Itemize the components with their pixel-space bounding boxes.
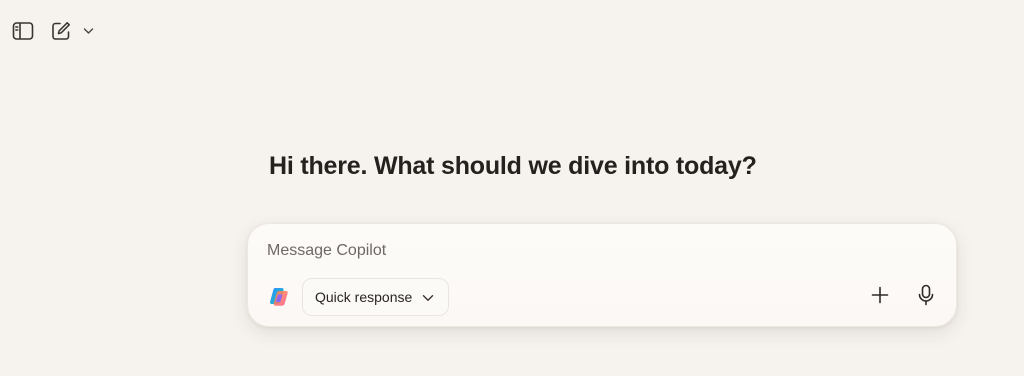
message-input[interactable] [267,242,867,260]
greeting-heading: Hi there. What should we dive into today… [269,152,757,180]
chevron-down-icon [422,289,434,305]
attach-button[interactable] [865,282,895,312]
new-chat-menu-button[interactable] [80,16,96,46]
new-chat-icon [50,20,72,42]
top-toolbar [8,16,96,46]
copilot-logo-icon [267,285,291,309]
message-composer: Quick response [247,223,957,327]
chevron-down-icon [83,22,94,40]
microphone-icon [917,284,935,311]
voice-input-button[interactable] [911,282,941,312]
response-mode-label: Quick response [315,289,413,305]
new-chat-button[interactable] [46,16,76,46]
plus-icon [871,286,889,309]
sidebar-toggle-button[interactable] [8,16,38,46]
sidebar-icon [12,21,34,41]
response-mode-dropdown[interactable]: Quick response [302,278,450,316]
